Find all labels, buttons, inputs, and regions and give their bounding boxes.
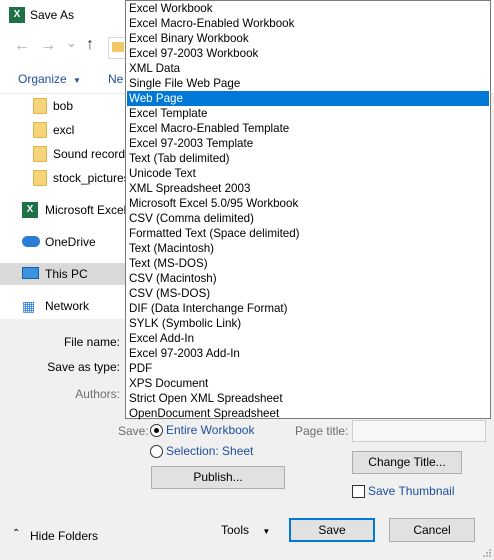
- nav-item-label: excl: [53, 123, 75, 137]
- cancel-button[interactable]: Cancel: [389, 518, 475, 542]
- nav-item-network[interactable]: ▦ Network: [0, 295, 126, 317]
- save-scope-label: Save:: [118, 424, 149, 438]
- file-type-option[interactable]: Excel Binary Workbook: [127, 31, 489, 46]
- up-arrow-icon[interactable]: ↑: [86, 36, 94, 54]
- organize-label: Organize: [18, 72, 67, 86]
- save-button[interactable]: Save: [289, 518, 375, 542]
- chevron-down-icon: ▼: [262, 527, 271, 536]
- file-type-option[interactable]: Microsoft Excel 5.0/95 Workbook: [127, 196, 489, 211]
- resize-grip-icon[interactable]: [483, 546, 491, 557]
- file-type-option[interactable]: XML Spreadsheet 2003: [127, 181, 489, 196]
- file-type-option[interactable]: Text (MS-DOS): [127, 256, 489, 271]
- tools-label: Tools: [221, 523, 250, 537]
- recent-locations-chevron-icon[interactable]: ⌄: [66, 35, 77, 51]
- page-title-label: Page title:: [295, 424, 349, 438]
- file-type-option[interactable]: OpenDocument Spreadsheet: [127, 406, 489, 421]
- nav-item-label: bob: [53, 99, 74, 113]
- file-type-option[interactable]: Excel 97-2003 Add-In: [127, 346, 489, 361]
- nav-item-bob[interactable]: bob: [0, 95, 126, 117]
- nav-item-label: Microsoft Excel: [45, 203, 127, 217]
- tools-button[interactable]: Tools ▼: [221, 523, 270, 537]
- file-type-option[interactable]: Text (Tab delimited): [127, 151, 489, 166]
- nav-item-label: This PC: [45, 267, 88, 281]
- file-type-option[interactable]: Strict Open XML Spreadsheet: [127, 391, 489, 406]
- file-type-option[interactable]: Excel 97-2003 Workbook: [127, 46, 489, 61]
- file-type-option[interactable]: Excel Macro-Enabled Template: [127, 121, 489, 136]
- nav-item-onedrive[interactable]: OneDrive: [0, 231, 126, 253]
- nav-item-label: OneDrive: [45, 235, 96, 249]
- chevron-up-icon[interactable]: ⌃: [12, 528, 20, 539]
- file-type-option[interactable]: PDF: [127, 361, 489, 376]
- file-type-option[interactable]: Excel Template: [127, 106, 489, 121]
- file-type-option[interactable]: CSV (Macintosh): [127, 271, 489, 286]
- back-arrow-icon[interactable]: ←: [14, 37, 30, 55]
- nav-item-label: Network: [45, 299, 90, 313]
- nav-item-excl[interactable]: excl: [0, 119, 126, 141]
- page-title-input[interactable]: [352, 420, 486, 442]
- folder-icon: [33, 122, 47, 138]
- file-type-option[interactable]: Single File Web Page: [127, 76, 489, 91]
- nav-item-microsoft-excel[interactable]: X Microsoft Excel: [0, 199, 126, 221]
- organize-button[interactable]: Organize ▼: [18, 72, 81, 86]
- file-type-option[interactable]: XML Data: [127, 61, 489, 76]
- new-folder-button[interactable]: Ne: [108, 72, 123, 86]
- file-type-option[interactable]: DIF (Data Interchange Format): [127, 301, 489, 316]
- file-type-option[interactable]: Excel Macro-Enabled Workbook: [127, 16, 489, 31]
- save-as-type-dropdown-list[interactable]: Excel Workbook Excel Macro-Enabled Workbo…: [125, 0, 491, 421]
- publish-button[interactable]: Publish...: [151, 466, 285, 489]
- save-as-type-label: Save as type:: [47, 360, 120, 374]
- file-type-option[interactable]: CSV (Comma delimited): [127, 211, 489, 226]
- nav-item-stock-pictures[interactable]: stock_pictures: [0, 167, 130, 189]
- hide-folders-button[interactable]: Hide Folders: [30, 529, 98, 543]
- nav-item-label: stock_pictures: [53, 171, 130, 185]
- authors-label: Authors:: [75, 387, 120, 401]
- file-type-option[interactable]: Excel Add-In: [127, 331, 489, 346]
- file-type-option[interactable]: Excel Workbook: [127, 1, 489, 16]
- folder-icon: [33, 146, 47, 162]
- forward-arrow-icon[interactable]: →: [40, 37, 56, 55]
- selection-sheet-label[interactable]: Selection: Sheet: [166, 444, 253, 458]
- file-type-option[interactable]: Formatted Text (Space delimited): [127, 226, 489, 241]
- file-type-option[interactable]: SYLK (Symbolic Link): [127, 316, 489, 331]
- folder-icon: [112, 42, 124, 52]
- nav-item-sound-recordings[interactable]: Sound recordings: [0, 143, 147, 165]
- file-type-option[interactable]: Excel 97-2003 Template: [127, 136, 489, 151]
- file-type-option[interactable]: Text (Macintosh): [127, 241, 489, 256]
- computer-icon: [22, 267, 39, 279]
- file-type-option[interactable]: Web Page: [127, 91, 489, 106]
- file-name-label: File name:: [63, 335, 120, 349]
- file-type-option[interactable]: XPS Document: [127, 376, 489, 391]
- folder-icon: [33, 98, 47, 114]
- chevron-down-icon: ▼: [73, 76, 81, 85]
- folder-icon: [33, 170, 47, 186]
- excel-icon: X: [9, 7, 25, 23]
- file-type-option[interactable]: CSV (MS-DOS): [127, 286, 489, 301]
- file-type-option[interactable]: Unicode Text: [127, 166, 489, 181]
- save-thumbnail-label[interactable]: Save Thumbnail: [368, 484, 455, 498]
- selection-sheet-radio[interactable]: [150, 445, 163, 458]
- excel-icon: X: [22, 202, 38, 218]
- network-icon: ▦: [22, 298, 36, 314]
- entire-workbook-label[interactable]: Entire Workbook: [166, 423, 254, 437]
- window-title: Save As: [30, 8, 75, 22]
- radio-selected-dot: [154, 428, 159, 433]
- entire-workbook-radio[interactable]: [150, 424, 163, 437]
- cloud-icon: [22, 236, 40, 247]
- change-title-button[interactable]: Change Title...: [352, 451, 462, 474]
- nav-item-this-pc[interactable]: This PC: [0, 263, 126, 285]
- save-thumbnail-checkbox[interactable]: [352, 485, 365, 498]
